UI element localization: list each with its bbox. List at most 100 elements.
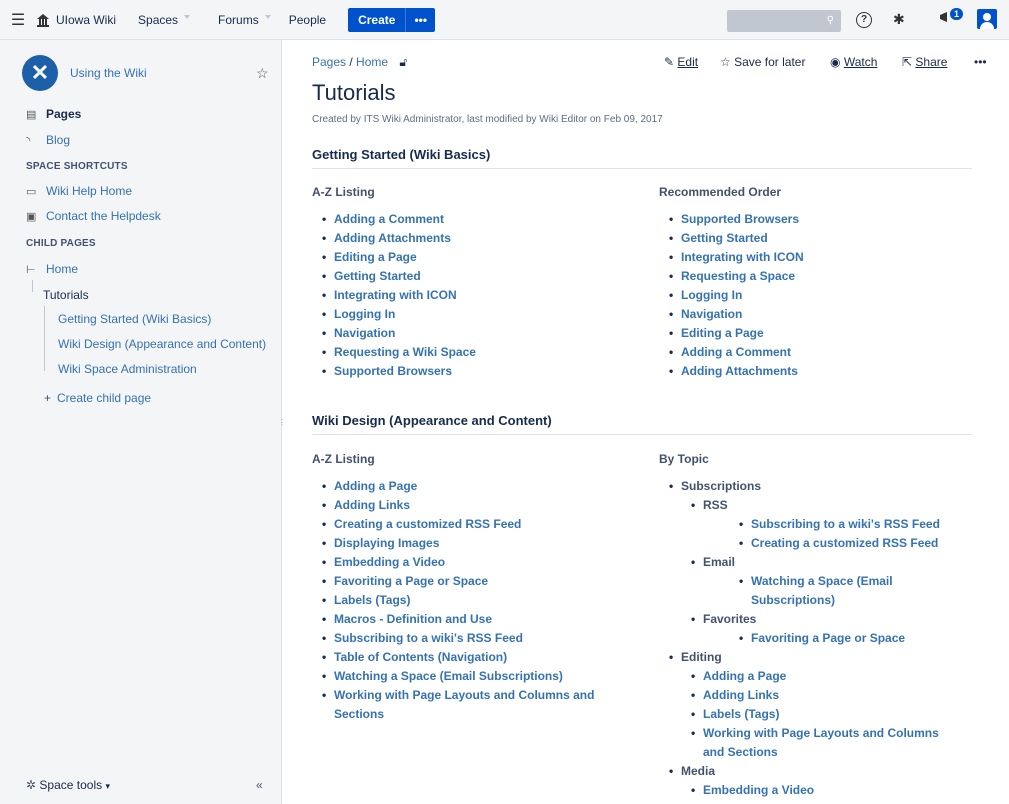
list-item: Supported Browsers [659, 210, 979, 229]
user-avatar[interactable] [977, 9, 997, 29]
tutorial-link[interactable]: Favoriting a Page or Space [334, 574, 488, 588]
list-item: Editing a Page [312, 248, 642, 267]
tutorial-link[interactable]: Requesting a Wiki Space [334, 345, 476, 359]
tutorial-link[interactable]: Supported Browsers [681, 212, 799, 226]
edit-button[interactable]: ✎ Edit [664, 55, 698, 69]
page-content: Pages / Home 🔓︎ ✎ Edit ☆ Save for later … [312, 40, 992, 804]
az-listing-heading: A-Z Listing [312, 452, 375, 466]
tutorial-link[interactable]: Subscribing to a wiki's RSS Feed [739, 515, 981, 534]
list-item: Displaying Images [312, 534, 612, 553]
list-item: Working with Page Layouts and Columns an… [312, 686, 612, 724]
tutorial-link[interactable]: Table of Contents (Navigation) [334, 650, 507, 664]
nav-forums[interactable]: Forums [208, 13, 271, 27]
az-listing-list: Adding a Comment Adding Attachments Edit… [312, 210, 642, 381]
list-item: Adding a Comment [312, 210, 642, 229]
tutorial-link[interactable]: Adding a Comment [334, 212, 444, 226]
sidebar-child-getting-started[interactable]: Getting Started (Wiki Basics) [58, 312, 211, 326]
tutorial-link[interactable]: Watching a Space (Email Subscriptions) [739, 572, 951, 610]
tutorial-link[interactable]: Getting Started [334, 269, 421, 283]
tutorial-link[interactable]: Navigation [334, 326, 395, 340]
tutorial-link[interactable]: Integrating with ICON [681, 250, 804, 264]
tutorial-link[interactable]: Adding Links [334, 498, 410, 512]
search-icon: ⚲ [826, 15, 834, 26]
tutorial-link[interactable]: Embedding a Video [691, 781, 981, 800]
tutorial-link[interactable]: Adding Attachments [681, 364, 798, 378]
rss-icon: ◝ [26, 134, 31, 147]
breadcrumb-pages[interactable]: Pages [312, 55, 346, 69]
breadcrumb-home[interactable]: Home [356, 55, 388, 69]
notifications-icon[interactable]: 1 [939, 8, 964, 27]
tutorial-link[interactable]: Logging In [681, 288, 742, 302]
space-header[interactable]: ✕ Using the Wiki [22, 55, 147, 91]
sidebar-child-wiki-design[interactable]: Wiki Design (Appearance and Content) [58, 337, 266, 351]
tutorial-link[interactable]: Adding a Comment [681, 345, 791, 359]
gear-icon[interactable]: ✱ [893, 11, 905, 28]
create-child-page-button[interactable]: + Create child page [44, 391, 151, 405]
menu-icon[interactable]: ☰ [0, 10, 36, 30]
tutorial-link[interactable]: Adding Attachments [334, 231, 451, 245]
tutorial-link[interactable]: Editing a Page [681, 326, 764, 340]
list-item: Adding Links [312, 496, 612, 515]
section-heading-getting-started: Getting Started (Wiki Basics) [312, 147, 491, 162]
chevron-down-icon: ▾ [105, 781, 110, 791]
topic-email: Email [691, 553, 981, 572]
tutorial-link[interactable]: Getting Started [681, 231, 768, 245]
tutorial-link[interactable]: Navigation [681, 307, 742, 321]
unlock-icon[interactable]: 🔓︎ [399, 55, 407, 69]
tutorial-link[interactable]: Integrating with ICON [334, 288, 457, 302]
tutorial-link[interactable]: Watching a Space (Email Subscriptions) [334, 669, 563, 683]
tutorial-link[interactable]: Labels (Tags) [334, 593, 410, 607]
space-shortcuts-heading: SPACE SHORTCUTS [26, 161, 128, 172]
sidebar-item-contact-helpdesk[interactable]: ▣ Contact the Helpdesk [26, 209, 161, 223]
create-button[interactable]: Create [348, 7, 406, 32]
list-item: Navigation [659, 305, 979, 324]
more-actions-button[interactable]: ••• [974, 55, 987, 69]
tutorial-link[interactable]: Working with Page Layouts and Columns an… [691, 724, 953, 762]
tutorial-link[interactable]: Adding a Page [334, 479, 417, 493]
tutorial-link[interactable]: Labels (Tags) [691, 705, 981, 724]
chevron-down-icon [184, 14, 191, 19]
watch-button[interactable]: ◉ Watch [830, 55, 877, 69]
tutorial-link[interactable]: Favoriting a Page or Space [739, 629, 981, 648]
sidebar-link-label: Contact the Helpdesk [46, 209, 161, 223]
tutorial-link[interactable]: Working with Page Layouts and Columns an… [334, 688, 594, 721]
sidebar-item-tutorials[interactable]: Tutorials [43, 288, 89, 302]
sidebar-item-pages[interactable]: ▤ Pages [26, 107, 81, 121]
tutorial-link[interactable]: Requesting a Space [681, 269, 795, 283]
collapse-sidebar-icon[interactable]: « [256, 778, 263, 792]
resize-handle[interactable]: ⋮ [278, 418, 286, 427]
tutorial-link[interactable]: Macros - Definition and Use [334, 612, 492, 626]
create-more-button[interactable]: ••• [405, 7, 436, 32]
tutorial-link[interactable]: Creating a customized RSS Feed [739, 534, 981, 553]
tutorial-link[interactable]: Logging In [334, 307, 395, 321]
help-icon[interactable]: ? [856, 12, 872, 28]
tutorial-link[interactable]: Creating a customized RSS Feed [334, 517, 521, 531]
search-input[interactable]: ⚲ [727, 10, 841, 32]
nav-people[interactable]: People [279, 13, 338, 27]
tutorial-link[interactable]: Embedding a Video [334, 555, 445, 569]
sidebar-item-wiki-help-home[interactable]: ▭ Wiki Help Home [26, 184, 132, 198]
sidebar-item-home[interactable]: ⊢ Home [26, 262, 78, 276]
divider [312, 434, 972, 435]
app-logo[interactable]: UIowa Wiki [36, 13, 116, 27]
save-for-later-button[interactable]: ☆ Save for later [720, 55, 805, 69]
tutorial-link[interactable]: Supported Browsers [334, 364, 452, 378]
tutorial-link[interactable]: Subscribing to a wiki's RSS Feed [334, 631, 523, 645]
page-title: Tutorials [312, 80, 396, 105]
tutorial-link[interactable]: Adding a Page [691, 667, 981, 686]
space-tools-button[interactable]: ✲ Space tools ▾ [26, 778, 110, 792]
share-button[interactable]: ⇱ Share [902, 55, 947, 69]
tutorial-link[interactable]: Editing a Page [334, 250, 417, 264]
tutorial-link[interactable]: Adding Links [691, 686, 981, 705]
sidebar-child-space-admin[interactable]: Wiki Space Administration [58, 362, 197, 376]
space-name[interactable]: Using the Wiki [70, 66, 147, 80]
nav-spaces[interactable]: Spaces [128, 13, 191, 27]
list-item: Adding Attachments [659, 362, 979, 381]
space-logo[interactable]: ✕ [22, 55, 58, 91]
list-item: Getting Started [659, 229, 979, 248]
by-topic-tree: Subscriptions RSS Subscribing to a wiki'… [669, 477, 981, 800]
tutorial-link[interactable]: Displaying Images [334, 536, 439, 550]
recommended-order-heading: Recommended Order [659, 185, 782, 199]
sidebar-item-blog[interactable]: ◝ Blog [26, 133, 70, 147]
star-icon[interactable]: ☆ [256, 65, 269, 82]
